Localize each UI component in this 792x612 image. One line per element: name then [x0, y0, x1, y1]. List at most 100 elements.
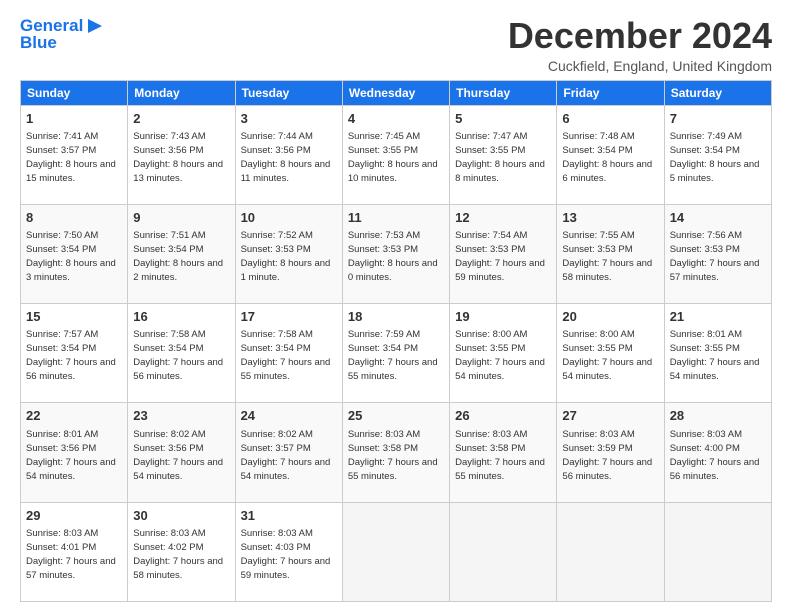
table-row: 7Sunrise: 7:49 AMSunset: 3:54 PMDaylight… — [664, 105, 771, 204]
table-row: 14 Sunrise: 7:56 AMSunset: 3:53 PMDayligh… — [664, 204, 771, 303]
day-info: Sunrise: 8:03 AMSunset: 3:58 PMDaylight:… — [455, 429, 545, 482]
day-number: 9 — [133, 209, 229, 227]
day-number: 30 — [133, 507, 229, 525]
day-info: Sunrise: 7:56 AMSunset: 3:53 PMDaylight:… — [670, 230, 760, 283]
day-info: Sunrise: 7:58 AMSunset: 3:54 PMDaylight:… — [133, 329, 223, 382]
day-number: 4 — [348, 110, 444, 128]
table-row — [342, 502, 449, 601]
table-row — [450, 502, 557, 601]
table-row: 11Sunrise: 7:53 AMSunset: 3:53 PMDayligh… — [342, 204, 449, 303]
day-info: Sunrise: 7:55 AMSunset: 3:53 PMDaylight:… — [562, 230, 652, 283]
table-row: 15 Sunrise: 7:57 AMSunset: 3:54 PMDayligh… — [21, 304, 128, 403]
table-row: 17 Sunrise: 7:58 AMSunset: 3:54 PMDayligh… — [235, 304, 342, 403]
table-row: 4Sunrise: 7:45 AMSunset: 3:55 PMDaylight… — [342, 105, 449, 204]
day-number: 13 — [562, 209, 658, 227]
day-info: Sunrise: 8:03 AMSunset: 3:58 PMDaylight:… — [348, 429, 438, 482]
table-row: 3 Sunrise: 7:44 AMSunset: 3:56 PMDaylight… — [235, 105, 342, 204]
day-number: 18 — [348, 308, 444, 326]
day-info: Sunrise: 7:43 AMSunset: 3:56 PMDaylight:… — [133, 131, 223, 184]
day-info: Sunrise: 7:54 AMSunset: 3:53 PMDaylight:… — [455, 230, 545, 283]
table-row: 12 Sunrise: 7:54 AMSunset: 3:53 PMDayligh… — [450, 204, 557, 303]
day-number: 29 — [26, 507, 122, 525]
day-info: Sunrise: 8:03 AMSunset: 3:59 PMDaylight:… — [562, 429, 652, 482]
table-row: 25 Sunrise: 8:03 AMSunset: 3:58 PMDayligh… — [342, 403, 449, 502]
day-info: Sunrise: 8:01 AMSunset: 3:56 PMDaylight:… — [26, 429, 116, 482]
logo-text-line2: Blue — [20, 33, 57, 53]
table-row: 1 Sunrise: 7:41 AMSunset: 3:57 PMDaylight… — [21, 105, 128, 204]
col-saturday: Saturday — [664, 80, 771, 105]
day-number: 5 — [455, 110, 551, 128]
day-info: Sunrise: 7:41 AMSunset: 3:57 PMDaylight:… — [26, 131, 116, 184]
table-row: 23 Sunrise: 8:02 AMSunset: 3:56 PMDayligh… — [128, 403, 235, 502]
table-row: 16 Sunrise: 7:58 AMSunset: 3:54 PMDayligh… — [128, 304, 235, 403]
day-number: 15 — [26, 308, 122, 326]
table-row: 30 Sunrise: 8:03 AMSunset: 4:02 PMDayligh… — [128, 502, 235, 601]
day-info: Sunrise: 7:58 AMSunset: 3:54 PMDaylight:… — [241, 329, 331, 382]
day-number: 22 — [26, 407, 122, 425]
day-info: Sunrise: 8:03 AMSunset: 4:01 PMDaylight:… — [26, 528, 116, 581]
day-number: 28 — [670, 407, 766, 425]
logo-arrow-icon — [86, 17, 104, 35]
table-row: 24 Sunrise: 8:02 AMSunset: 3:57 PMDayligh… — [235, 403, 342, 502]
header: General Blue December 2024 Cuckfield, En… — [20, 16, 772, 74]
day-info: Sunrise: 8:03 AMSunset: 4:00 PMDaylight:… — [670, 429, 760, 482]
table-row — [664, 502, 771, 601]
title-block: December 2024 Cuckfield, England, United… — [508, 16, 772, 74]
table-row: 5 Sunrise: 7:47 AMSunset: 3:55 PMDaylight… — [450, 105, 557, 204]
day-info: Sunrise: 8:03 AMSunset: 4:03 PMDaylight:… — [241, 528, 331, 581]
day-number: 1 — [26, 110, 122, 128]
logo: General Blue — [20, 16, 104, 53]
day-number: 17 — [241, 308, 337, 326]
page: General Blue December 2024 Cuckfield, En… — [0, 0, 792, 612]
day-info: Sunrise: 7:52 AMSunset: 3:53 PMDaylight:… — [241, 230, 331, 283]
day-info: Sunrise: 8:01 AMSunset: 3:55 PMDaylight:… — [670, 329, 760, 382]
day-number: 3 — [241, 110, 337, 128]
table-row: 10 Sunrise: 7:52 AMSunset: 3:53 PMDayligh… — [235, 204, 342, 303]
day-number: 23 — [133, 407, 229, 425]
table-row: 9Sunrise: 7:51 AMSunset: 3:54 PMDaylight… — [128, 204, 235, 303]
day-number: 12 — [455, 209, 551, 227]
day-number: 26 — [455, 407, 551, 425]
day-number: 19 — [455, 308, 551, 326]
day-number: 11 — [348, 209, 444, 227]
table-row: 21 Sunrise: 8:01 AMSunset: 3:55 PMDayligh… — [664, 304, 771, 403]
month-title: December 2024 — [508, 16, 772, 56]
day-info: Sunrise: 8:03 AMSunset: 4:02 PMDaylight:… — [133, 528, 223, 581]
day-info: Sunrise: 7:47 AMSunset: 3:55 PMDaylight:… — [455, 131, 545, 184]
table-row: 28 Sunrise: 8:03 AMSunset: 4:00 PMDayligh… — [664, 403, 771, 502]
table-row — [557, 502, 664, 601]
table-row: 18 Sunrise: 7:59 AMSunset: 3:54 PMDayligh… — [342, 304, 449, 403]
day-info: Sunrise: 7:48 AMSunset: 3:54 PMDaylight:… — [562, 131, 652, 184]
day-number: 16 — [133, 308, 229, 326]
day-info: Sunrise: 7:57 AMSunset: 3:54 PMDaylight:… — [26, 329, 116, 382]
table-row: 19Sunrise: 8:00 AMSunset: 3:55 PMDayligh… — [450, 304, 557, 403]
day-info: Sunrise: 7:49 AMSunset: 3:54 PMDaylight:… — [670, 131, 760, 184]
day-number: 21 — [670, 308, 766, 326]
day-number: 10 — [241, 209, 337, 227]
day-number: 6 — [562, 110, 658, 128]
day-info: Sunrise: 7:44 AMSunset: 3:56 PMDaylight:… — [241, 131, 331, 184]
day-info: Sunrise: 7:50 AMSunset: 3:54 PMDaylight:… — [26, 230, 116, 283]
calendar-header-row: Sunday Monday Tuesday Wednesday Thursday… — [21, 80, 772, 105]
col-thursday: Thursday — [450, 80, 557, 105]
calendar-week-row: 22 Sunrise: 8:01 AMSunset: 3:56 PMDayligh… — [21, 403, 772, 502]
table-row: 20Sunrise: 8:00 AMSunset: 3:55 PMDayligh… — [557, 304, 664, 403]
day-number: 24 — [241, 407, 337, 425]
col-tuesday: Tuesday — [235, 80, 342, 105]
day-number: 25 — [348, 407, 444, 425]
day-number: 27 — [562, 407, 658, 425]
calendar-week-row: 29 Sunrise: 8:03 AMSunset: 4:01 PMDayligh… — [21, 502, 772, 601]
calendar-week-row: 8Sunrise: 7:50 AMSunset: 3:54 PMDaylight… — [21, 204, 772, 303]
col-wednesday: Wednesday — [342, 80, 449, 105]
day-number: 14 — [670, 209, 766, 227]
table-row: 31 Sunrise: 8:03 AMSunset: 4:03 PMDayligh… — [235, 502, 342, 601]
table-row: 27 Sunrise: 8:03 AMSunset: 3:59 PMDayligh… — [557, 403, 664, 502]
table-row: 26 Sunrise: 8:03 AMSunset: 3:58 PMDayligh… — [450, 403, 557, 502]
day-info: Sunrise: 8:02 AMSunset: 3:57 PMDaylight:… — [241, 429, 331, 482]
day-info: Sunrise: 8:02 AMSunset: 3:56 PMDaylight:… — [133, 429, 223, 482]
col-sunday: Sunday — [21, 80, 128, 105]
day-info: Sunrise: 7:59 AMSunset: 3:54 PMDaylight:… — [348, 329, 438, 382]
col-friday: Friday — [557, 80, 664, 105]
day-number: 31 — [241, 507, 337, 525]
calendar-week-row: 1 Sunrise: 7:41 AMSunset: 3:57 PMDaylight… — [21, 105, 772, 204]
